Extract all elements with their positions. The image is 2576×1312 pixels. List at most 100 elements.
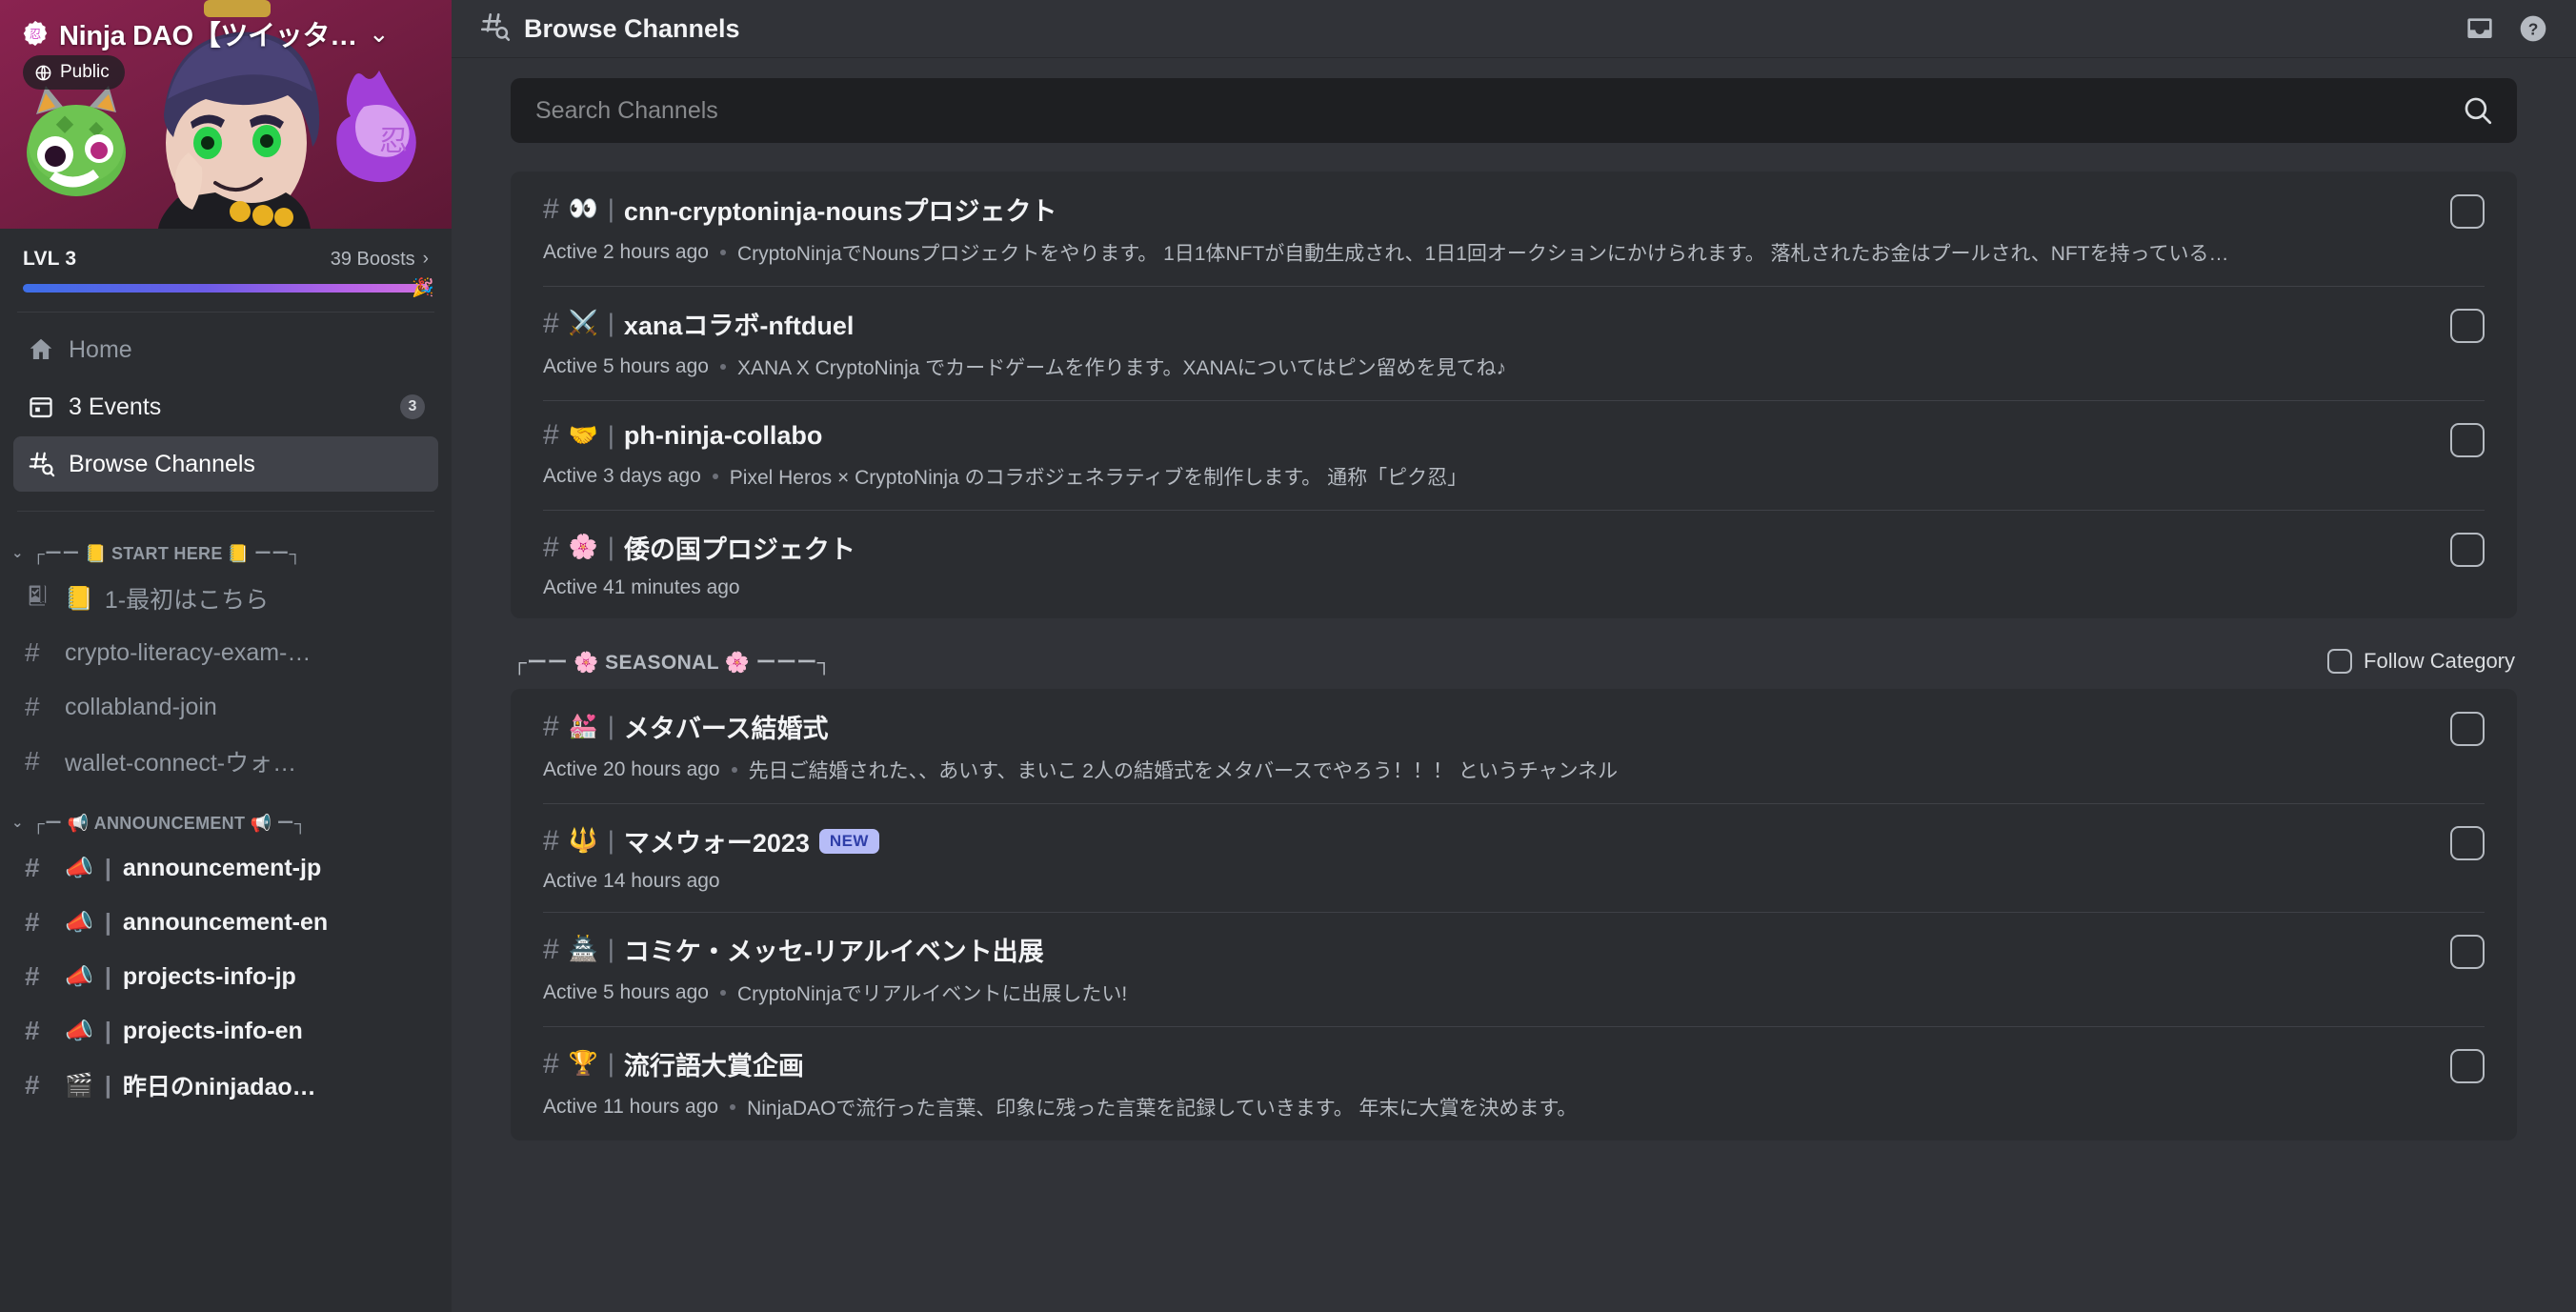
sidebar-scroll[interactable]: Home 3 Events 3 Browse Channels ⌄ ┌ーー 📒 STAR… [0, 320, 452, 1312]
home-icon [27, 335, 55, 364]
channel-name: xanaコラボ-nftduel [623, 312, 855, 340]
sidebar-channel-item[interactable]: # 📣 | announcement-jp [13, 841, 438, 895]
channel-select-checkbox[interactable] [2450, 194, 2485, 229]
channel-row[interactable]: # ⚔️ | xanaコラボ-nftduel Active 5 hours ago XAN… [511, 286, 2517, 400]
channel-row[interactable]: # 👀 | cnn-cryptoninja-nounsプロジェクト Active 2 h… [511, 172, 2517, 286]
channel-select-checkbox[interactable] [2450, 533, 2485, 567]
channel-row[interactable]: # 🔱 | マメウォー2023 NEW Active 14 hours ago [511, 803, 2517, 912]
channel-name: cnn-cryptoninja-nounsプロジェクト [623, 197, 1057, 226]
hash-icon: # [543, 710, 559, 742]
channel-active-time: Active 5 hours ago [543, 981, 709, 1003]
channel-name: 倭の国プロジェクト [623, 535, 855, 564]
channel-name-separator: | [607, 712, 614, 740]
search-input[interactable] [535, 96, 2450, 125]
main-panel: Browse Channels ? Search Channels # 👀 | … [452, 0, 2576, 1312]
meta-separator-dot [731, 767, 737, 773]
hash-icon: # [543, 307, 559, 339]
sidebar-channel-item[interactable]: # 📣 | projects-info-en [13, 1004, 438, 1058]
section-title: ┌ーー 🌸 SEASONAL 🌸 ーーー┐ [513, 652, 833, 674]
channel-select-checkbox[interactable] [2450, 935, 2485, 969]
browse-channels-icon [478, 10, 511, 48]
sidebar-category-label: ┌ー 📢 ANNOUNCEMENT 📢 ー┐ [32, 814, 307, 833]
sidebar-channel-item[interactable]: # collabland-join [13, 680, 438, 734]
top-bar: Browse Channels ? [452, 0, 2576, 57]
channel-select-checkbox[interactable] [2450, 712, 2485, 746]
sidebar-channel-item[interactable]: # 📣 | projects-info-jp [13, 950, 438, 1003]
sidebar-category-header[interactable]: ⌄ ┌ー 📢 ANNOUNCEMENT 📢 ー┐ [0, 789, 452, 840]
channel-emoji: 💒 [568, 713, 598, 739]
sidebar-category-header[interactable]: ⌄ ┌ーー 📒 START HERE 📒 ーー┐ [0, 519, 452, 571]
sidebar-item-browse-channels[interactable]: Browse Channels [13, 436, 438, 492]
sidebar-channel-item[interactable]: # 📣 | announcement-en [13, 896, 438, 949]
follow-category-checkbox[interactable] [2327, 649, 2353, 674]
channel-row[interactable]: # 🏯 | コミケ・メッセ-リアルイベント出展 Active 5 hours ago Cr… [511, 912, 2517, 1026]
sidebar-channel-item[interactable]: # 🎬 | 昨日のninjadao… [13, 1059, 438, 1112]
sidebar-channel-item[interactable]: 📒 1-最初はこちら [13, 572, 438, 625]
search-icon[interactable] [2462, 94, 2494, 127]
sidebar-item-label: Home [69, 335, 132, 363]
channel-row-main: # 🌸 | 倭の国プロジェクト Active 41 minutes ago [543, 529, 2425, 599]
channel-name-separator: | [607, 935, 614, 963]
channel-row-main: # 💒 | メタバース結婚式 Active 20 hours ago 先日ご結婚された、、… [543, 708, 2425, 784]
boost-count[interactable]: 39 Boosts › [331, 249, 429, 271]
sidebar-item-label: 3 Events [69, 393, 162, 420]
channel-title: # 💒 | メタバース結婚式 [543, 708, 2425, 745]
channel-select-checkbox[interactable] [2450, 309, 2485, 343]
svg-text:忍: 忍 [30, 28, 42, 41]
help-icon[interactable]: ? [2513, 9, 2553, 49]
channel-description: 先日ご結婚された、、あいす、まいこ 2人の結婚式をメタバースでやろう！！！ とい… [748, 760, 1619, 782]
channel-name: メタバース結婚式 [623, 715, 829, 743]
chevron-down-icon: ⌄ [11, 815, 24, 831]
channel-name-separator: | [607, 826, 614, 855]
boost-progress-bar [23, 284, 429, 293]
sidebar-channel-item[interactable]: # wallet-connect-ウォ… [13, 735, 438, 788]
hash-icon: # [25, 1070, 40, 1100]
hash-icon: # [25, 746, 40, 776]
party-popper-icon: 🎉 [412, 278, 434, 298]
channel-active-time: Active 14 hours ago [543, 870, 720, 892]
channel-name-separator: | [104, 1017, 111, 1044]
channel-name: 流行語大賞企画 [623, 1052, 804, 1080]
page-title: Browse Channels [524, 13, 740, 43]
chevron-down-icon[interactable]: ⌄ [369, 21, 390, 46]
channel-meta: Active 11 hours ago NinjaDAOで流行った言葉、印象に残っ… [543, 1093, 2425, 1121]
hash-icon: # [543, 419, 559, 451]
sidebar-item-3-events[interactable]: 3 Events 3 [13, 379, 438, 434]
search-channels-bar[interactable] [511, 78, 2517, 143]
boost-status-row[interactable]: LVL 3 39 Boosts › [0, 229, 452, 271]
inbox-icon[interactable] [2460, 9, 2500, 49]
channel-emoji: 📣 [65, 963, 93, 990]
sidebar-channel-item[interactable]: # crypto-literacy-exam-… [13, 626, 438, 679]
sidebar-channel-label: 1-最初はこちら [104, 587, 270, 614]
channel-emoji: 🌸 [568, 534, 598, 560]
follow-category-control[interactable]: Follow Category [2327, 649, 2515, 674]
channel-name-separator: | [104, 1071, 111, 1099]
channel-title: # 👀 | cnn-cryptoninja-nounsプロジェクト [543, 191, 2425, 228]
sidebar-item-home[interactable]: Home [13, 322, 438, 377]
server-privacy-badge: Public [23, 55, 125, 90]
channel-active-time: Active 41 minutes ago [543, 576, 740, 598]
channel-meta: Active 2 hours ago CryptoNinjaでNounsプロジェク… [543, 238, 2425, 267]
channel-row[interactable]: # 🌸 | 倭の国プロジェクト Active 41 minutes ago [511, 510, 2517, 618]
channel-name-separator: | [607, 420, 614, 450]
channel-row-main: # 🔱 | マメウォー2023 NEW Active 14 hours ago [543, 822, 2425, 893]
chevron-right-icon: › [422, 249, 429, 269]
nav-divider [17, 511, 434, 512]
channel-description: XANA X CryptoNinja でカードゲームを作ります。XANAについて… [736, 357, 1507, 379]
sidebar-item-badge: 3 [400, 394, 425, 419]
channel-select-checkbox[interactable] [2450, 826, 2485, 860]
channel-select-checkbox[interactable] [2450, 1049, 2485, 1083]
channel-active-time: Active 3 days ago [543, 465, 701, 487]
browse-channels-content[interactable]: # 👀 | cnn-cryptoninja-nounsプロジェクト Active 2 h… [452, 57, 2576, 1312]
channel-name-separator: | [607, 533, 614, 561]
channel-description: CryptoNinjaでNounsプロジェクトをやります。 1日1体NFTが自動… [736, 243, 2229, 265]
channel-emoji: 📣 [65, 909, 93, 936]
globe-icon [34, 64, 52, 82]
channel-meta: Active 3 days ago Pixel Heros × CryptoNin… [543, 462, 2425, 491]
channel-title: # 🔱 | マメウォー2023 NEW [543, 822, 2425, 859]
server-privacy-label: Public [60, 62, 110, 82]
channel-row[interactable]: # 🤝 | ph-ninja-collabo Active 3 days ago Pixe… [511, 400, 2517, 510]
channel-row[interactable]: # 🏆 | 流行語大賞企画 Active 11 hours ago NinjaDAOで流行… [511, 1026, 2517, 1140]
channel-row[interactable]: # 💒 | メタバース結婚式 Active 20 hours ago 先日ご結婚された、、… [511, 689, 2517, 803]
channel-select-checkbox[interactable] [2450, 423, 2485, 457]
